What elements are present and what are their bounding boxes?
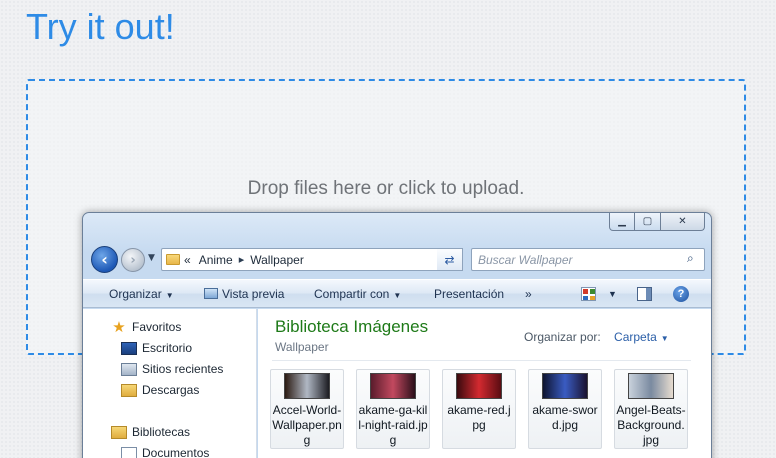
image-thumbnail bbox=[370, 373, 416, 399]
minimize-button[interactable]: ▁ bbox=[609, 213, 635, 231]
image-thumbnail bbox=[628, 373, 674, 399]
library-title: Biblioteca Imágenes bbox=[275, 317, 429, 336]
image-thumbnail bbox=[456, 373, 502, 399]
recent-pages-dropdown-icon[interactable]: ▼ bbox=[148, 253, 155, 263]
slideshow-label: Presentación bbox=[434, 287, 505, 301]
image-thumbnail bbox=[284, 373, 330, 399]
explorer-window[interactable]: ▁ ▢ ✕ ‹ › ▼ « Anime ▸ Wallpaper ▼ ⇄ Busc… bbox=[82, 212, 712, 458]
file-item[interactable]: akame-red.jpg bbox=[442, 369, 516, 449]
help-icon[interactable]: ? bbox=[673, 286, 689, 302]
libraries-icon bbox=[111, 425, 127, 439]
arrange-by-dropdown[interactable]: Carpeta bbox=[614, 330, 657, 344]
chevron-down-icon: ▼ bbox=[393, 291, 402, 300]
forward-arrow-icon[interactable]: › bbox=[121, 248, 145, 272]
chevron-down-icon[interactable]: ▼ bbox=[661, 334, 669, 343]
dropzone-message: Drop files here or click to upload. bbox=[247, 178, 525, 199]
nav-item-label: Bibliotecas bbox=[132, 425, 191, 439]
nav-item-downloads[interactable]: Descargas bbox=[121, 383, 199, 397]
nav-item-label: Descargas bbox=[142, 383, 200, 397]
navigation-bar: ‹ › ▼ « Anime ▸ Wallpaper ▼ ⇄ Buscar Wal… bbox=[91, 245, 705, 273]
preview-label: Vista previa bbox=[222, 287, 285, 301]
slideshow-button[interactable]: Presentación bbox=[434, 287, 504, 301]
nav-item-label: Escritorio bbox=[142, 341, 193, 355]
nav-item-libraries[interactable]: Bibliotecas bbox=[111, 425, 190, 439]
breadcrumb-anime[interactable]: Anime bbox=[199, 253, 233, 267]
downloads-icon bbox=[121, 383, 137, 397]
back-arrow-icon[interactable]: ‹ bbox=[91, 246, 118, 273]
refresh-icon[interactable]: ⇄ bbox=[437, 248, 463, 271]
file-name: akame-ga-kill-night-raid.jpg bbox=[358, 403, 428, 447]
more-commands-button[interactable]: » bbox=[525, 287, 532, 301]
close-button[interactable]: ✕ bbox=[661, 213, 705, 231]
breadcrumb-wallpaper[interactable]: Wallpaper bbox=[250, 253, 304, 267]
library-subtitle: Wallpaper bbox=[275, 340, 329, 354]
nav-item-desktop[interactable]: Escritorio bbox=[121, 341, 192, 355]
chevron-down-icon: ▼ bbox=[165, 291, 174, 300]
maximize-button[interactable]: ▢ bbox=[635, 213, 661, 231]
page-title: Try it out! bbox=[26, 6, 175, 47]
arrange-by-label: Organizar por: bbox=[524, 330, 601, 344]
preview-icon bbox=[204, 288, 218, 299]
nav-item-documents[interactable]: Documentos bbox=[121, 446, 209, 458]
file-item[interactable]: Accel-World-Wallpaper.png bbox=[270, 369, 344, 449]
file-list-pane: Biblioteca Imágenes Wallpaper Organizar … bbox=[258, 309, 711, 458]
organize-button[interactable]: Organizar ▼ bbox=[109, 287, 174, 301]
file-grid: Accel-World-Wallpaper.png akame-ga-kill-… bbox=[270, 369, 688, 449]
file-item[interactable]: akame-sword.jpg bbox=[528, 369, 602, 449]
file-name: akame-red.jpg bbox=[447, 403, 511, 432]
share-button[interactable]: Compartir con ▼ bbox=[314, 287, 401, 301]
change-view-icon[interactable] bbox=[581, 287, 596, 301]
arrange-by: Organizar por: Carpeta ▼ bbox=[524, 330, 669, 344]
address-overflow-chevron[interactable]: « bbox=[184, 253, 191, 267]
image-thumbnail bbox=[542, 373, 588, 399]
nav-item-label: Sitios recientes bbox=[142, 362, 224, 376]
search-icon[interactable]: ⌕ bbox=[687, 251, 694, 266]
nav-item-label: Documentos bbox=[142, 446, 210, 458]
folder-icon bbox=[166, 254, 180, 265]
preview-button[interactable]: Vista previa bbox=[204, 287, 284, 301]
window-caption-buttons: ▁ ▢ ✕ bbox=[609, 213, 705, 231]
file-name: Accel-World-Wallpaper.png bbox=[272, 403, 342, 447]
documents-icon bbox=[121, 446, 137, 458]
breadcrumb-separator-icon[interactable]: ▸ bbox=[239, 253, 245, 266]
recent-places-icon bbox=[121, 362, 137, 376]
file-name: Angel-Beats-Background.jpg bbox=[616, 403, 686, 447]
star-icon: ★ bbox=[112, 318, 126, 336]
nav-item-recent-places[interactable]: Sitios recientes bbox=[121, 362, 223, 376]
preview-pane-icon[interactable] bbox=[637, 287, 652, 301]
file-item[interactable]: akame-ga-kill-night-raid.jpg bbox=[356, 369, 430, 449]
desktop-icon bbox=[121, 341, 137, 355]
address-bar[interactable]: « Anime ▸ Wallpaper ▼ bbox=[161, 248, 463, 271]
file-item[interactable]: Angel-Beats-Background.jpg bbox=[614, 369, 688, 449]
header-divider bbox=[272, 360, 691, 361]
organize-label: Organizar bbox=[109, 287, 162, 301]
view-options-dropdown-icon[interactable]: ▼ bbox=[608, 289, 617, 299]
nav-item-label: Favoritos bbox=[132, 320, 182, 334]
file-name: akame-sword.jpg bbox=[532, 403, 598, 432]
share-label: Compartir con bbox=[314, 287, 390, 301]
navigation-pane: ★ Favoritos Escritorio Sitios recientes … bbox=[83, 309, 257, 458]
command-toolbar: Organizar ▼ Vista previa Compartir con ▼ P… bbox=[83, 279, 711, 308]
search-input[interactable]: Buscar Wallpaper bbox=[471, 248, 705, 271]
nav-item-favorites[interactable]: ★ Favoritos bbox=[111, 318, 182, 336]
